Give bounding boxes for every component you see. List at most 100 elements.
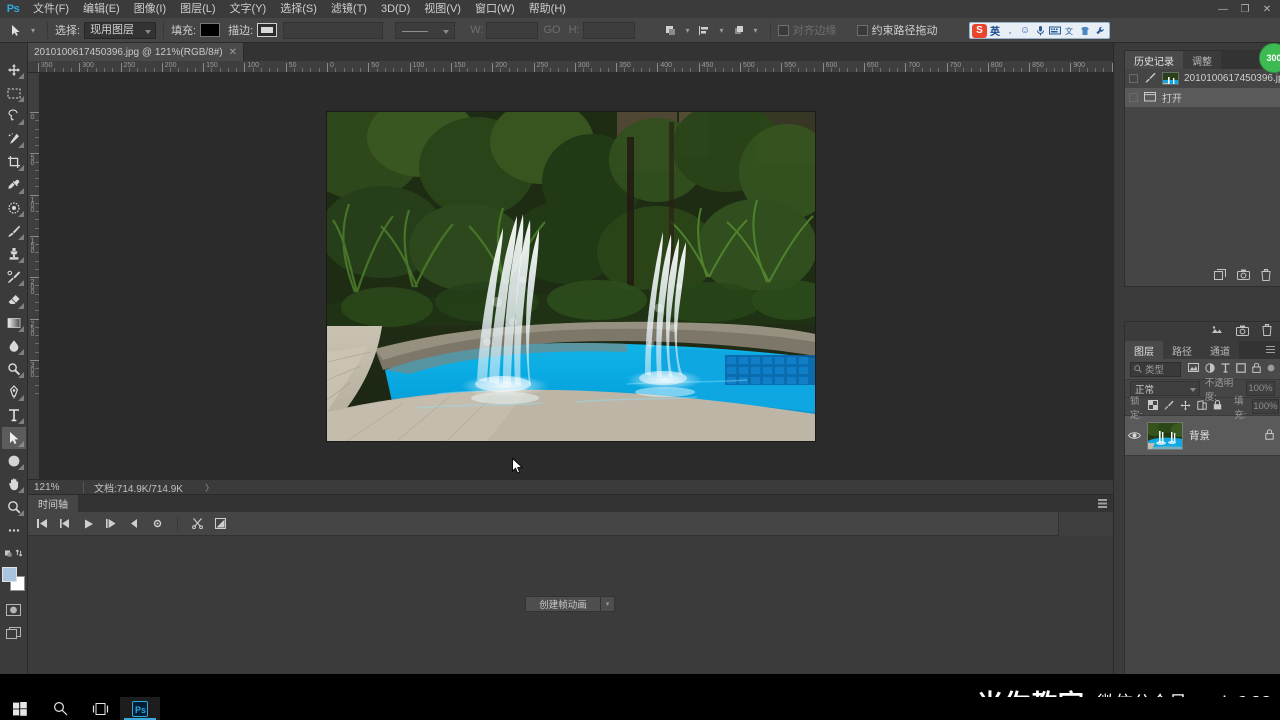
history-snapshot-marker[interactable] (1129, 93, 1138, 102)
panel-icon-column[interactable] (1114, 43, 1124, 697)
ime-skin-icon[interactable] (1078, 24, 1092, 38)
create-document-from-state-button[interactable] (1211, 325, 1223, 339)
layer-name[interactable]: 背景 (1189, 428, 1259, 443)
menu-layer[interactable]: 图层(L) (173, 0, 222, 18)
stroke-options-dropdown[interactable] (395, 21, 456, 39)
create-animation-caret-icon[interactable]: ▾ (601, 596, 615, 612)
next-frame-button[interactable] (105, 517, 118, 530)
menu-view[interactable]: 视图(V) (417, 0, 468, 18)
eyedropper-tool[interactable] (2, 174, 26, 196)
tab-history[interactable]: 历史记录 (1125, 51, 1183, 69)
delete-state-button[interactable] (1262, 324, 1272, 339)
foreground-color-swatch[interactable] (1, 567, 17, 582)
menu-help[interactable]: 帮助(H) (522, 0, 573, 18)
path-selection-tool[interactable] (1, 427, 26, 449)
default-colors-and-swap-icon[interactable] (2, 542, 26, 564)
transition-button[interactable] (214, 517, 227, 530)
screen-mode-button[interactable] (2, 622, 26, 644)
search-button[interactable] (40, 697, 80, 720)
select-dropdown[interactable]: 现用图层 (84, 21, 157, 39)
sogou-ime-toolbar[interactable]: S 英 , ☺ 文 (969, 22, 1110, 39)
lock-transparent-icon[interactable] (1148, 400, 1159, 413)
lock-all-icon[interactable] (1213, 399, 1222, 413)
create-new-snapshot-button[interactable] (1236, 325, 1249, 339)
path-arrangement-icon[interactable] (729, 21, 749, 40)
ime-mic-icon[interactable] (1033, 24, 1047, 38)
history-snapshot-marker[interactable] (1129, 74, 1138, 83)
stroke-width-input[interactable] (283, 21, 384, 39)
gradient-tool[interactable] (2, 312, 26, 334)
layer-visibility-eye-icon[interactable] (1128, 431, 1141, 440)
document-tab-close-icon[interactable]: ✕ (229, 47, 237, 58)
delete-state-button[interactable] (1261, 268, 1271, 284)
menu-3d[interactable]: 3D(D) (374, 0, 417, 18)
active-tool-icon[interactable] (6, 20, 26, 40)
image-filter-icon[interactable] (1188, 363, 1199, 375)
more-tools-button[interactable] (2, 519, 26, 541)
menu-type[interactable]: 文字(Y) (223, 0, 274, 18)
width-input[interactable] (486, 21, 539, 39)
settings-gear-button[interactable] (151, 517, 164, 530)
lock-position-icon[interactable] (1180, 400, 1191, 414)
ime-punctuation-icon[interactable]: , (1003, 24, 1017, 38)
create-new-snapshot-button[interactable] (1237, 269, 1250, 283)
path-alignment-icon[interactable] (695, 21, 715, 40)
quick-selection-tool[interactable] (2, 128, 26, 150)
document-tab[interactable]: 2010100617450396.jpg @ 121%(RGB/8#) ✕ (28, 43, 245, 61)
pen-tool[interactable] (2, 381, 26, 403)
go-to-first-frame-button[interactable] (36, 517, 49, 530)
ime-keyboard-icon[interactable] (1048, 24, 1062, 38)
task-view-button[interactable] (80, 697, 120, 720)
path-alignment-caret-icon[interactable]: ▾ (715, 26, 729, 35)
hand-tool[interactable] (2, 473, 26, 495)
image-canvas[interactable] (327, 112, 815, 441)
stroke-color-swatch[interactable] (257, 23, 278, 37)
zoom-level[interactable]: 121% (28, 482, 83, 493)
blur-tool[interactable] (2, 335, 26, 357)
restore-button[interactable]: ❐ (1234, 0, 1256, 18)
start-button[interactable] (0, 697, 40, 720)
menu-edit[interactable]: 编辑(E) (76, 0, 127, 18)
lock-artboard-icon[interactable] (1197, 400, 1207, 413)
photoshop-taskbar-button[interactable]: Ps (120, 697, 160, 720)
lock-image-icon[interactable] (1164, 400, 1174, 413)
opacity-value[interactable]: 100% (1245, 381, 1275, 396)
status-expand-arrow-icon[interactable]: 〉 (183, 481, 214, 494)
tab-layers[interactable]: 图层 (1125, 341, 1163, 359)
fill-color-swatch[interactable] (200, 23, 221, 37)
split-clip-button[interactable] (191, 517, 204, 530)
toggle-filter-icon[interactable] (1267, 363, 1275, 375)
menu-filter[interactable]: 滤镜(T) (324, 0, 374, 18)
path-arrangement-caret-icon[interactable]: ▾ (749, 26, 763, 35)
create-frame-animation-control[interactable]: 创建帧动画 ▾ (525, 596, 615, 612)
lasso-tool[interactable] (2, 105, 26, 127)
tab-timeline[interactable]: 时间轴 (28, 495, 78, 512)
color-swatches[interactable] (1, 567, 27, 593)
tab-channels[interactable]: 通道 (1201, 341, 1239, 359)
type-tool[interactable] (2, 404, 26, 426)
tab-paths[interactable]: 路径 (1163, 341, 1201, 359)
clone-stamp-tool[interactable] (2, 243, 26, 265)
ime-language-toggle[interactable]: 英 (988, 24, 1002, 38)
layer-row[interactable]: 背景 (1125, 416, 1280, 456)
constrain-path-checkbox[interactable] (856, 24, 868, 36)
menu-file[interactable]: 文件(F) (26, 0, 76, 18)
eraser-tool[interactable] (2, 289, 26, 311)
sogou-logo-icon[interactable]: S (972, 23, 987, 38)
blend-mode-dropdown[interactable]: 正常 (1130, 381, 1200, 396)
fill-value[interactable]: 100% (1252, 399, 1279, 414)
layer-filter-kind-dropdown[interactable]: 类型 (1130, 361, 1181, 377)
spot-healing-brush-tool[interactable] (2, 197, 26, 219)
canvas-area[interactable] (40, 73, 1113, 479)
menu-window[interactable]: 窗口(W) (468, 0, 522, 18)
history-brush-tool[interactable] (2, 266, 26, 288)
minimize-button[interactable]: — (1212, 0, 1234, 18)
move-tool[interactable] (2, 59, 26, 81)
create-document-from-state-button[interactable] (1214, 269, 1226, 283)
ime-tools-icon[interactable] (1093, 24, 1107, 38)
tab-adjustments[interactable]: 调整 (1183, 51, 1221, 69)
audio-button[interactable] (128, 517, 141, 530)
history-row[interactable]: 2010100617450396.jpg (1125, 69, 1280, 88)
close-button[interactable]: ✕ (1256, 0, 1278, 18)
dodge-tool[interactable] (2, 358, 26, 380)
